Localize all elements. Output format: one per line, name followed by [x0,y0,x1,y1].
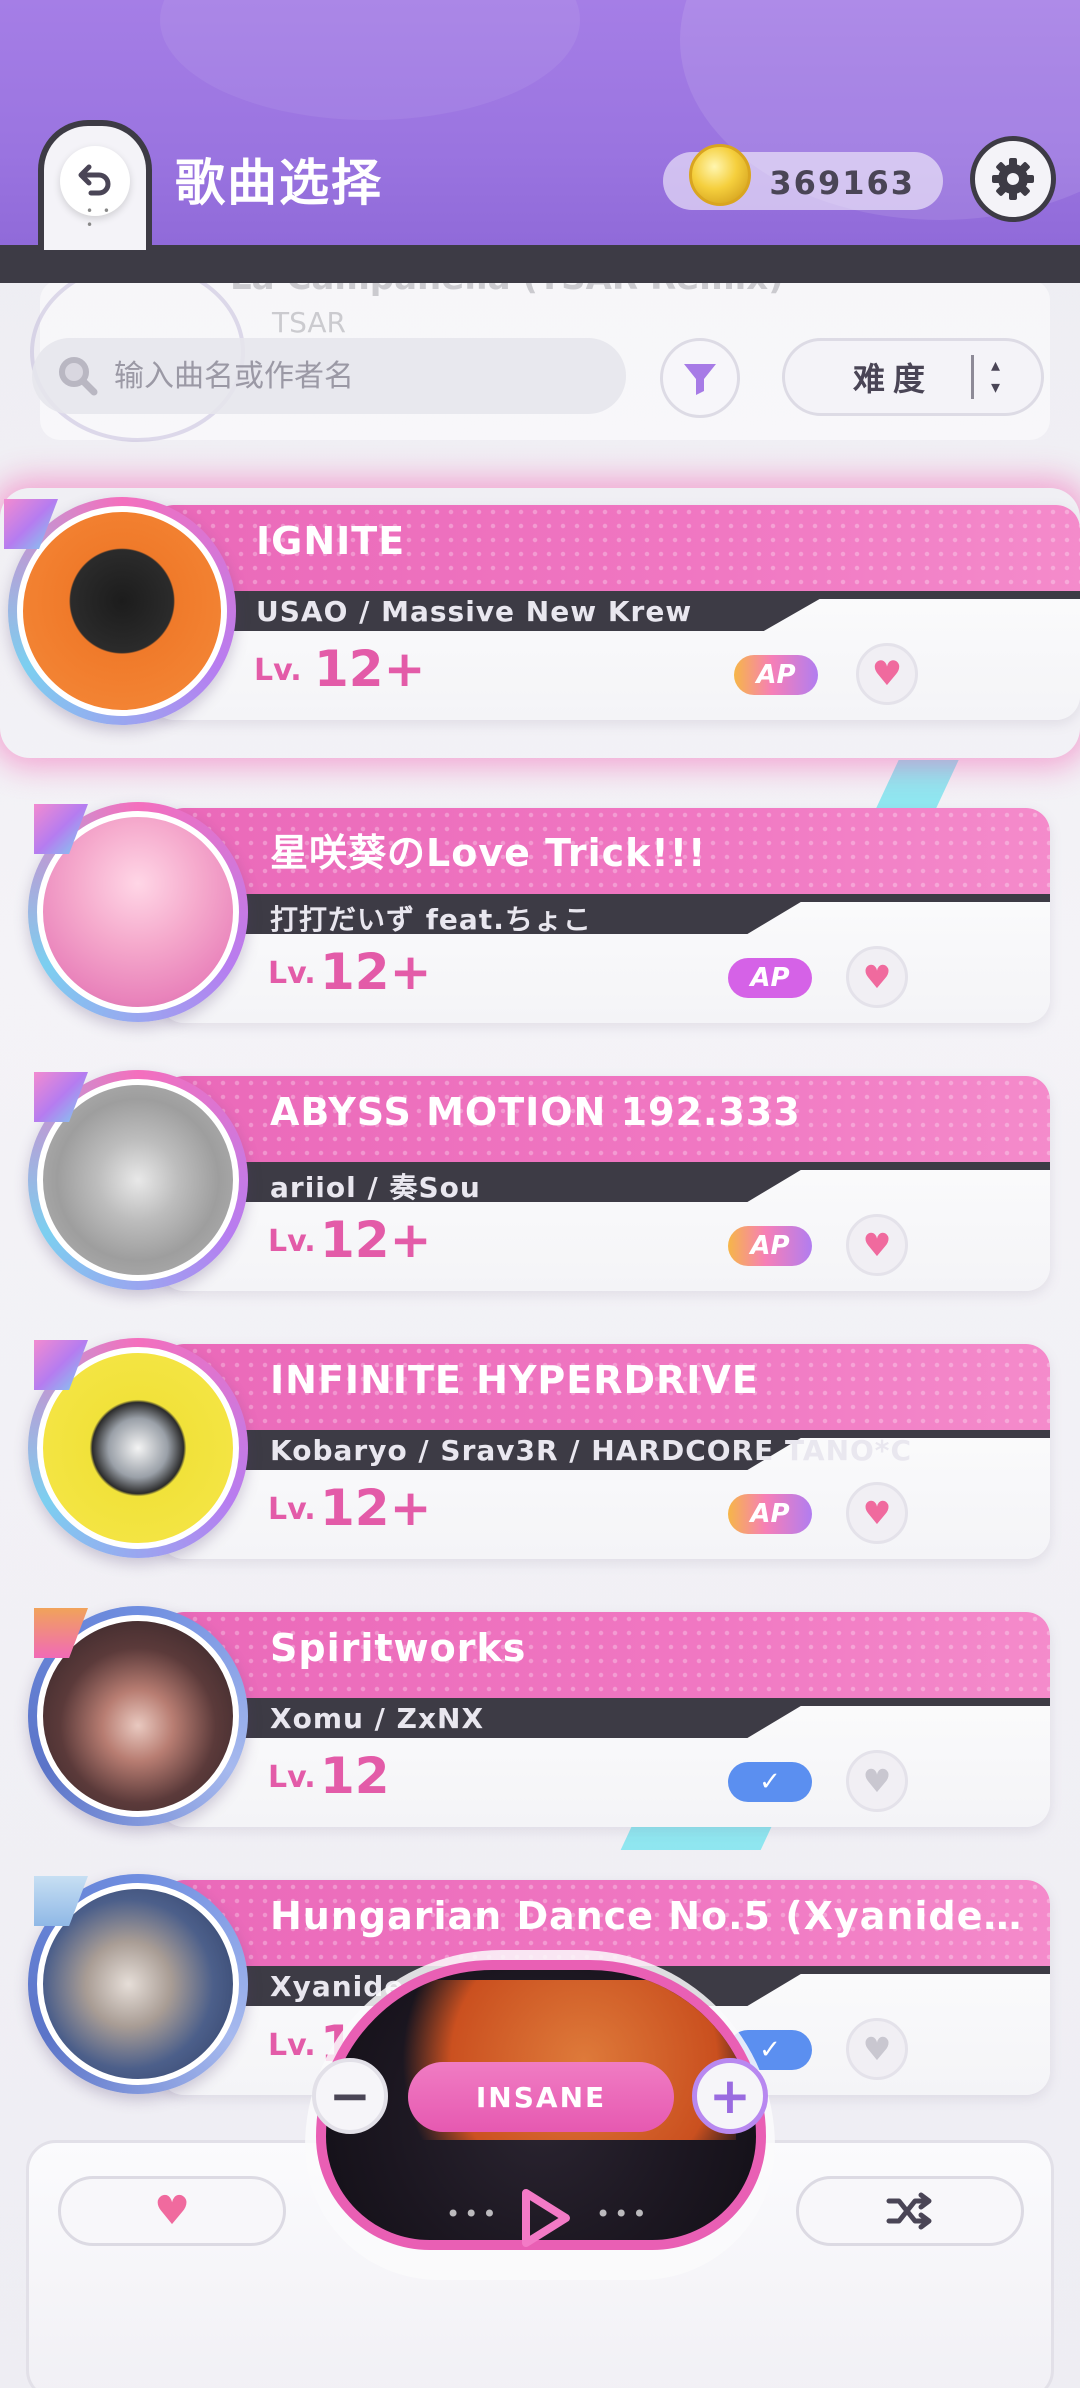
level-prefix: Lv. [268,956,316,991]
all-perfect-badge: AP [734,655,818,695]
coin-icon [689,144,751,206]
favorite-button[interactable]: ♥ [846,2018,908,2080]
full-combo-check-badge: ✓ [728,1762,812,1802]
heart-icon: ♥ [862,1762,892,1800]
page-title: 歌曲选择 [175,154,383,212]
coin-counter: 369163 [663,144,943,210]
song-card-body: ABYSS MOTION 192.333 ariiol / 奏Sou Lv. 1… [160,1076,1050,1291]
song-title: INFINITE HYPERDRIVE [270,1358,759,1402]
settings-button[interactable] [970,136,1056,222]
search-input[interactable] [114,358,594,394]
song-title: ABYSS MOTION 192.333 [270,1090,801,1134]
play-icon [522,2189,570,2247]
favorites-filter-button[interactable]: ♥ [58,2176,286,2246]
play-dots-right: ••• [596,2200,651,2228]
jacket-art [17,506,227,716]
gear-icon [992,158,1034,200]
level-prefix: Lv. [268,1492,316,1527]
level-value: 12+ [320,943,432,1001]
partially-hidden-song-artist: TSAR [272,306,347,339]
header-divider-bar [0,245,1080,283]
difficulty-decrease-button[interactable]: − [312,2058,388,2134]
difficulty-increase-button[interactable]: + [692,2058,768,2134]
level-prefix: Lv. [268,2028,316,2063]
favorite-button[interactable]: ♥ [846,1482,908,1544]
heart-icon: ♥ [862,958,892,996]
all-perfect-badge: AP [728,1226,812,1266]
level-value: 12+ [314,640,426,698]
difficulty-selector[interactable]: INSANE [408,2062,674,2132]
song-card-body: 星咲葵のLove Trick!!! 打打だいず feat.ちょこ Lv. 12+… [160,808,1050,1023]
song-card-body: Spiritworks Xomu / ZxNX Lv. 12 ✓ ♥ [160,1612,1050,1827]
song-card-body: INFINITE HYPERDRIVE Kobaryo / Srav3R / H… [160,1344,1050,1559]
shuffle-button[interactable] [796,2176,1024,2246]
coin-value: 369163 [769,164,915,202]
play-button[interactable] [503,2178,583,2258]
play-dots-left: ••• [446,2200,501,2228]
level-value: 12+ [320,1479,432,1537]
heart-icon: ♥ [154,2188,190,2234]
song-card-body: IGNITE USAO / Massive New Krew Lv. 12+ A… [150,505,1080,720]
level-prefix: Lv. [268,1224,316,1259]
favorite-button[interactable]: ♥ [856,643,918,705]
favorite-button[interactable]: ♥ [846,1214,908,1276]
heart-icon: ♥ [862,1494,892,1532]
sort-divider [971,355,974,399]
song-title: IGNITE [256,519,406,563]
header-background [0,0,1080,255]
back-tab-dots: • • • [86,204,113,232]
search-bar[interactable] [32,338,626,414]
favorite-button[interactable]: ♥ [846,1750,908,1812]
back-button[interactable]: • • • [38,120,152,250]
sort-order-icon: ▴ ▾ [991,355,1001,398]
level-value: 12 [320,1747,390,1805]
all-perfect-badge: AP [728,1494,812,1534]
song-artist: Xomu / ZxNX [270,1702,485,1735]
song-title: Hungarian Dance No.5 (Xyanide rem… [270,1894,1030,1938]
song-artist: USAO / Massive New Krew [256,595,693,628]
funnel-icon [684,364,716,395]
favorite-button[interactable]: ♥ [846,946,908,1008]
shuffle-icon [886,2192,932,2230]
filter-button[interactable] [660,338,740,418]
song-artist: ariiol / 奏Sou [270,1171,481,1204]
sort-label: 难度 [853,360,934,398]
song-artist: Kobaryo / Srav3R / HARDCORE TANO*C [270,1434,913,1467]
level-value: 12+ [320,1211,432,1269]
difficulty-sort-button[interactable]: 难度 ▴ ▾ [782,338,1044,416]
heart-icon: ♥ [862,2030,892,2068]
all-perfect-badge: AP [728,958,812,998]
search-icon [54,352,102,400]
heart-icon: ♥ [862,1226,892,1264]
song-title: 星咲葵のLove Trick!!! [270,831,707,875]
level-prefix: Lv. [254,653,302,688]
heart-icon: ♥ [871,654,903,694]
song-title: Spiritworks [270,1626,527,1670]
song-artist: 打打だいず feat.ちょこ [270,903,592,936]
level-prefix: Lv. [268,1760,316,1795]
